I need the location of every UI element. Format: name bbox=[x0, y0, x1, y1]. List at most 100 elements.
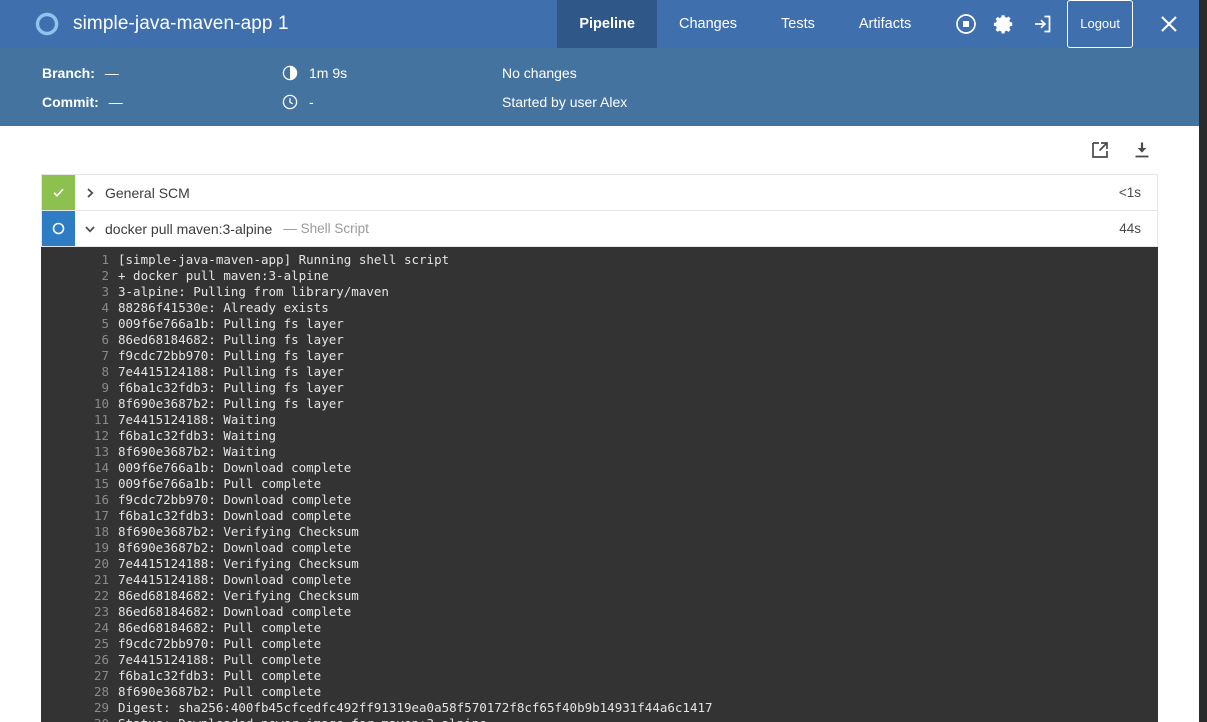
log-line-number: 26 bbox=[41, 652, 118, 668]
log-line: 17f6ba1c32fdb3: Download complete bbox=[41, 508, 1158, 524]
duration-row: 1m 9s bbox=[282, 58, 502, 87]
log-line-number: 16 bbox=[41, 492, 118, 508]
log-line-text: f6ba1c32fdb3: Pulling fs layer bbox=[118, 380, 1158, 396]
log-toolbar bbox=[0, 126, 1199, 174]
log-line-number: 27 bbox=[41, 668, 118, 684]
log-line: 488286f41530e: Already exists bbox=[41, 300, 1158, 316]
screen-root: simple-java-maven-app 1 Pipeline Changes… bbox=[0, 0, 1207, 722]
run-summary-bar: Branch: — Commit: — 1m 9s bbox=[0, 48, 1199, 126]
log-line: 198f690e3687b2: Download complete bbox=[41, 540, 1158, 556]
log-line-text: 88286f41530e: Already exists bbox=[118, 300, 1158, 316]
log-line-text: f9cdc72bb970: Download complete bbox=[118, 492, 1158, 508]
log-line-number: 8 bbox=[41, 364, 118, 380]
log-line-number: 21 bbox=[41, 572, 118, 588]
log-line-text: 86ed68184682: Verifying Checksum bbox=[118, 588, 1158, 604]
log-line-number: 30 bbox=[41, 716, 118, 722]
changes-text: No changes bbox=[502, 65, 577, 81]
branch-row: Branch: — bbox=[42, 58, 282, 87]
console-log-output[interactable]: 1[simple-java-maven-app] Running shell s… bbox=[41, 247, 1158, 722]
log-line: 288f690e3687b2: Pull complete bbox=[41, 684, 1158, 700]
step-row-general-scm[interactable]: General SCM <1s bbox=[42, 175, 1157, 211]
log-line: 12f6ba1c32fdb3: Waiting bbox=[41, 428, 1158, 444]
step-row-docker-pull[interactable]: docker pull maven:3-alpine — Shell Scrip… bbox=[42, 211, 1157, 247]
step-title: docker pull maven:3-alpine — Shell Scrip… bbox=[105, 211, 1119, 246]
log-line-text: 009f6e766a1b: Pull complete bbox=[118, 476, 1158, 492]
log-line-number: 1 bbox=[41, 252, 118, 268]
log-line-text: Status: Downloaded newer image for maven… bbox=[118, 716, 1158, 722]
log-line: 87e4415124188: Pulling fs layer bbox=[41, 364, 1158, 380]
header-right: Pipeline Changes Tests Artifacts bbox=[557, 0, 1199, 48]
log-line-number: 10 bbox=[41, 396, 118, 412]
log-line-text: 7e4415124188: Verifying Checksum bbox=[118, 556, 1158, 572]
tab-tests[interactable]: Tests bbox=[759, 0, 837, 48]
log-line: 188f690e3687b2: Verifying Checksum bbox=[41, 524, 1158, 540]
log-line-text: 8f690e3687b2: Pulling fs layer bbox=[118, 396, 1158, 412]
logout-button[interactable]: Logout bbox=[1067, 0, 1133, 48]
run-timing-column: 1m 9s - bbox=[282, 48, 502, 126]
chevron-right-icon[interactable] bbox=[75, 175, 105, 210]
log-line-text: 8f690e3687b2: Waiting bbox=[118, 444, 1158, 460]
log-line: 1[simple-java-maven-app] Running shell s… bbox=[41, 252, 1158, 268]
log-line-number: 15 bbox=[41, 476, 118, 492]
changes-row: No changes bbox=[502, 58, 1199, 87]
chevron-down-icon[interactable] bbox=[75, 211, 105, 246]
commit-value: — bbox=[109, 94, 123, 110]
log-line-text: 86ed68184682: Pulling fs layer bbox=[118, 332, 1158, 348]
log-line-text: 86ed68184682: Pull complete bbox=[118, 620, 1158, 636]
header-left: simple-java-maven-app 1 bbox=[0, 0, 557, 48]
stop-icon[interactable] bbox=[947, 0, 985, 48]
duration-value: 1m 9s bbox=[309, 65, 347, 81]
app-window: simple-java-maven-app 1 Pipeline Changes… bbox=[0, 0, 1199, 722]
log-line: 267e4415124188: Pull complete bbox=[41, 652, 1158, 668]
exit-icon[interactable] bbox=[1023, 0, 1061, 48]
run-cause-column: No changes Started by user Alex bbox=[502, 48, 1199, 126]
log-line-text: 009f6e766a1b: Download complete bbox=[118, 460, 1158, 476]
log-line-number: 29 bbox=[41, 700, 118, 716]
clock-value: - bbox=[309, 94, 314, 110]
download-icon[interactable] bbox=[1127, 135, 1157, 165]
clock-icon bbox=[282, 93, 299, 110]
commit-label: Commit: bbox=[42, 94, 99, 110]
step-duration: 44s bbox=[1119, 211, 1157, 246]
log-line-number: 24 bbox=[41, 620, 118, 636]
progress-ring-icon bbox=[34, 11, 60, 37]
log-line-text: 7e4415124188: Pull complete bbox=[118, 652, 1158, 668]
tab-artifacts[interactable]: Artifacts bbox=[837, 0, 933, 48]
log-line-number: 5 bbox=[41, 316, 118, 332]
log-line-text: 8f690e3687b2: Download complete bbox=[118, 540, 1158, 556]
log-line-text: 8f690e3687b2: Pull complete bbox=[118, 684, 1158, 700]
log-line-number: 25 bbox=[41, 636, 118, 652]
log-line-text: 7e4415124188: Download complete bbox=[118, 572, 1158, 588]
log-line-text: 8f690e3687b2: Verifying Checksum bbox=[118, 524, 1158, 540]
tab-changes[interactable]: Changes bbox=[657, 0, 759, 48]
open-in-new-window-icon[interactable] bbox=[1085, 135, 1115, 165]
step-title: General SCM bbox=[105, 175, 1119, 210]
log-line-text: + docker pull maven:3-alpine bbox=[118, 268, 1158, 284]
started-by-row: Started by user Alex bbox=[502, 87, 1199, 116]
check-icon bbox=[51, 185, 66, 200]
spinner-icon bbox=[51, 221, 66, 236]
log-line-text: Digest: sha256:400fb45cfcedfc492ff91319e… bbox=[118, 700, 1158, 716]
started-by-text: Started by user Alex bbox=[502, 94, 627, 110]
log-line: 138f690e3687b2: Waiting bbox=[41, 444, 1158, 460]
log-line: 15009f6e766a1b: Pull complete bbox=[41, 476, 1158, 492]
gear-icon[interactable] bbox=[985, 0, 1023, 48]
log-line-text: 86ed68184682: Download complete bbox=[118, 604, 1158, 620]
close-icon[interactable] bbox=[1147, 0, 1191, 48]
step-subtitle-text: — Shell Script bbox=[283, 221, 369, 236]
branch-label: Branch: bbox=[42, 65, 95, 81]
commit-row: Commit: — bbox=[42, 87, 282, 116]
log-line: 27f6ba1c32fdb3: Pull complete bbox=[41, 668, 1158, 684]
log-line: 25f9cdc72bb970: Pull complete bbox=[41, 636, 1158, 652]
tab-pipeline[interactable]: Pipeline bbox=[557, 0, 657, 48]
window-right-edge bbox=[1199, 0, 1207, 722]
log-line-number: 18 bbox=[41, 524, 118, 540]
log-line-number: 20 bbox=[41, 556, 118, 572]
log-line-text: 3-alpine: Pulling from library/maven bbox=[118, 284, 1158, 300]
log-line: 207e4415124188: Verifying Checksum bbox=[41, 556, 1158, 572]
log-line-number: 19 bbox=[41, 540, 118, 556]
branch-value: — bbox=[105, 65, 119, 81]
log-line: 2386ed68184682: Download complete bbox=[41, 604, 1158, 620]
log-line-text: [simple-java-maven-app] Running shell sc… bbox=[118, 252, 1158, 268]
step-title-text: General SCM bbox=[105, 185, 190, 201]
